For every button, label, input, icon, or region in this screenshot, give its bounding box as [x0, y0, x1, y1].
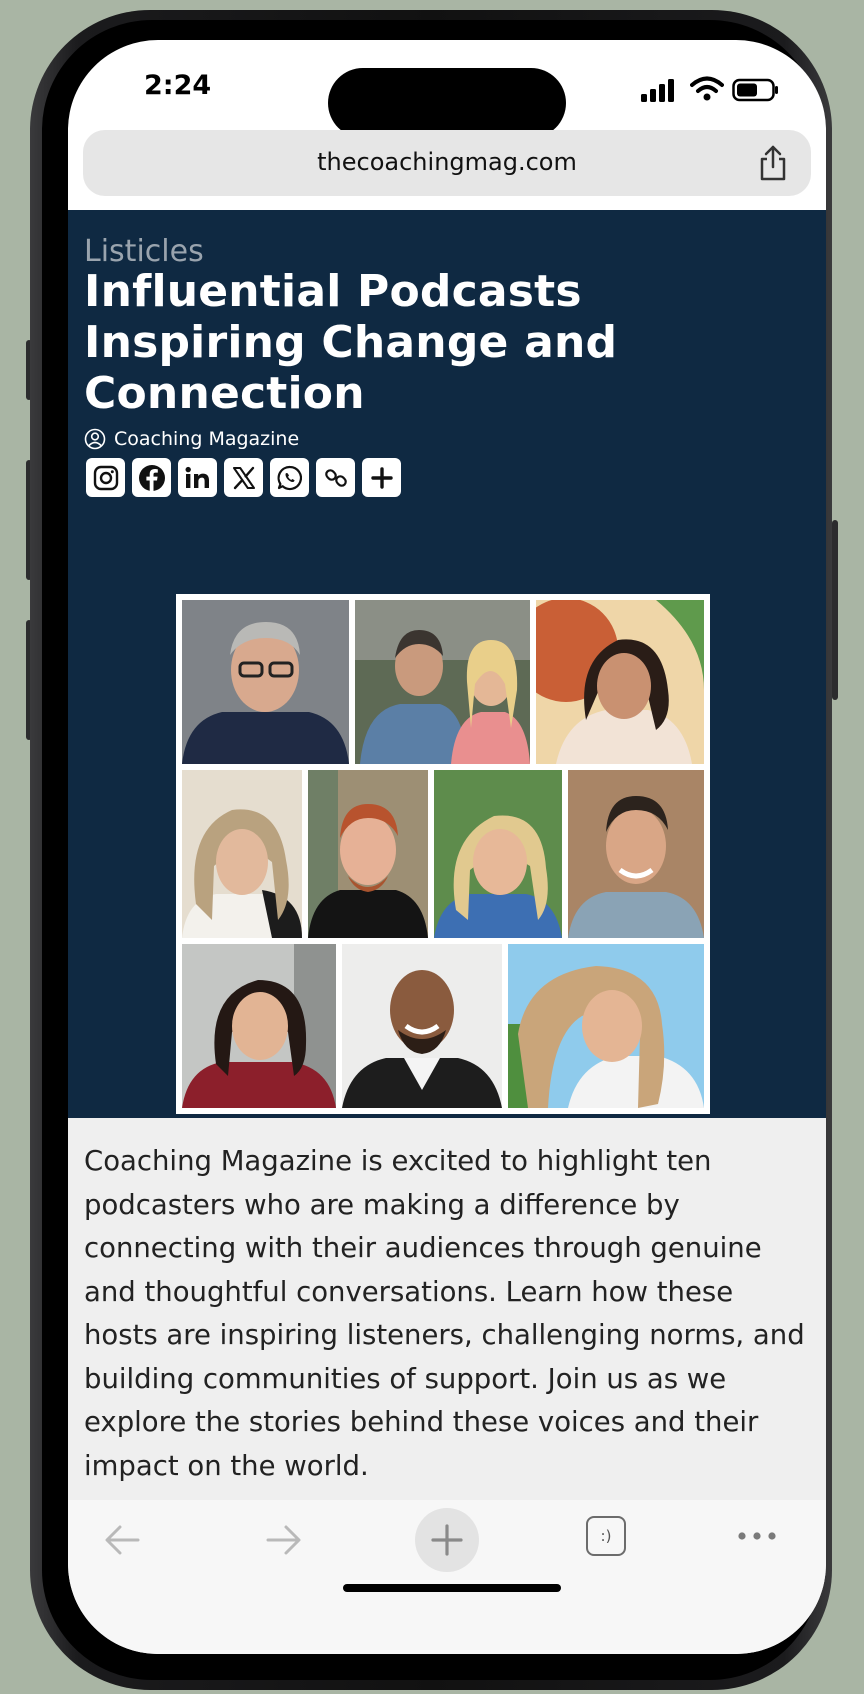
article-title: Influential Podcasts Inspiring Change an…	[84, 266, 618, 419]
battery-icon	[732, 78, 778, 102]
portrait-photo	[355, 600, 530, 764]
copy-link-button[interactable]	[316, 458, 355, 497]
status-time: 2:24	[144, 70, 212, 101]
linkedin-share-button[interactable]	[178, 458, 217, 497]
back-arrow-icon[interactable]	[100, 1518, 144, 1562]
linkedin-icon	[185, 466, 209, 488]
facebook-icon	[138, 464, 165, 491]
more-plus-icon	[370, 466, 393, 489]
x-icon	[232, 466, 255, 489]
power-button	[832, 520, 838, 700]
browser-toolbar: :)	[68, 1500, 826, 1654]
portrait-photo	[182, 600, 349, 764]
forward-arrow-icon[interactable]	[262, 1518, 306, 1562]
author-name[interactable]: Coaching Magazine	[114, 428, 299, 450]
plus-icon	[431, 1524, 463, 1556]
article-intro: Coaching Magazine is excited to highligh…	[84, 1145, 805, 1482]
address-bar[interactable]: thecoachingmag.com	[83, 130, 811, 196]
whatsapp-icon	[277, 465, 302, 490]
url-text: thecoachingmag.com	[317, 148, 577, 176]
portrait-photo	[568, 770, 704, 938]
portrait-photo	[182, 770, 302, 938]
portrait-photo	[182, 944, 336, 1108]
x-share-button[interactable]	[224, 458, 263, 497]
article-hero: Listicles Influential Podcasts Inspiring…	[68, 210, 826, 1118]
new-tab-button[interactable]	[415, 1508, 479, 1572]
user-icon	[84, 428, 106, 450]
portrait-photo	[308, 770, 428, 938]
article-category[interactable]: Listicles	[84, 234, 204, 269]
share-buttons	[86, 458, 401, 497]
portrait-photo	[508, 944, 704, 1108]
article-body: Coaching Magazine is excited to highligh…	[68, 1118, 826, 1500]
copy-link-icon	[324, 468, 347, 487]
portrait-photo	[536, 600, 704, 764]
portrait-photo	[434, 770, 562, 938]
dynamic-island	[328, 68, 566, 138]
home-indicator[interactable]	[343, 1584, 561, 1592]
podcasters-collage	[176, 594, 710, 1114]
wifi-icon	[690, 76, 724, 101]
cellular-signal-icon	[641, 79, 674, 102]
whatsapp-share-button[interactable]	[270, 458, 309, 497]
article-byline: Coaching Magazine	[84, 428, 299, 450]
instagram-share-button[interactable]	[86, 458, 125, 497]
portrait-photo	[342, 944, 502, 1108]
facebook-share-button[interactable]	[132, 458, 171, 497]
tabs-icon: :)	[600, 1527, 612, 1545]
share-icon[interactable]	[757, 144, 789, 182]
phone-screen: 2:24 thecoachingmag.com Listicles Influe…	[68, 40, 826, 1654]
tabs-button[interactable]: :)	[586, 1516, 626, 1556]
more-share-button[interactable]	[362, 458, 401, 497]
instagram-icon	[93, 465, 118, 490]
more-options-icon[interactable]	[736, 1526, 778, 1546]
